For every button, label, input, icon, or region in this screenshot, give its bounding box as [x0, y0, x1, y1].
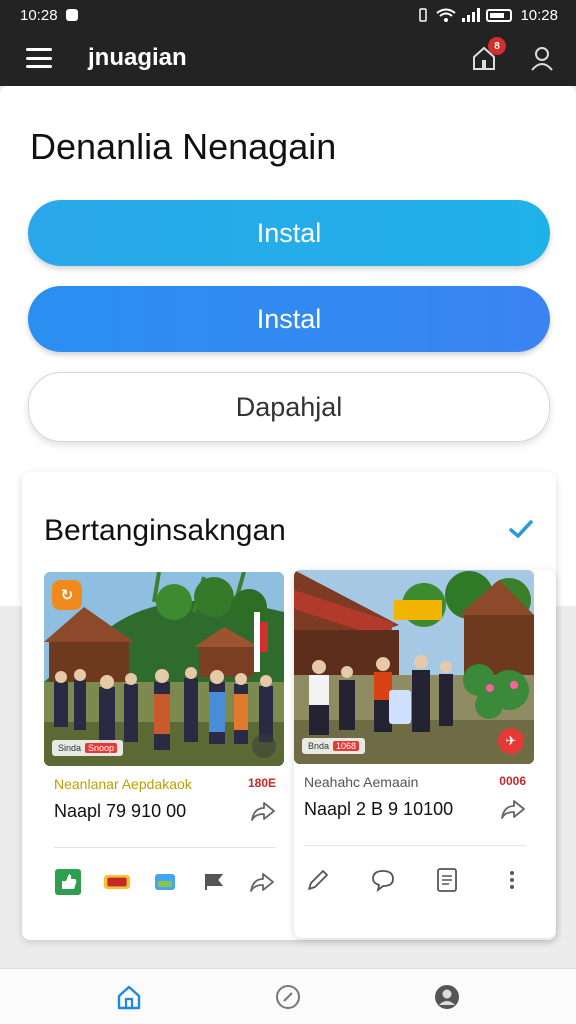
battery-icon — [486, 8, 513, 22]
app-title: jnuagian — [88, 44, 187, 71]
share-icon[interactable] — [248, 868, 276, 896]
outline-button[interactable]: Dapahjal — [28, 372, 550, 442]
post-price-row: Naapl 79 910 00 — [54, 800, 276, 822]
edit-icon[interactable] — [304, 866, 332, 894]
post-author: Neahahc Aemaain — [304, 774, 419, 790]
user-icon — [531, 47, 553, 71]
install-button-secondary[interactable]: Instal — [28, 286, 550, 352]
section-title: Bertanginsakngan — [44, 514, 286, 547]
divider — [54, 847, 276, 848]
post-price-row: Naapl 2 B 9 10100 — [304, 798, 526, 820]
post-meta: Neahahc Aemaain 0006 — [304, 774, 526, 790]
post-count: 180E — [247, 776, 276, 790]
post-count: 0006 — [499, 774, 526, 788]
post-price: Naapl 2 B 9 10100 — [304, 798, 454, 819]
section-card: Bertanginsakngan ↻ Sinda Snoop Neanlanar… — [22, 472, 556, 940]
notification-dot-icon — [65, 9, 78, 21]
menu-icon[interactable] — [26, 48, 52, 68]
share-icon[interactable] — [250, 800, 276, 822]
nav-profile[interactable] — [427, 977, 467, 1017]
page-title: Denanlia Nenagain — [30, 126, 337, 167]
badge-icon[interactable] — [103, 868, 131, 896]
vibrate-icon — [419, 8, 428, 22]
post-author: Neanlanar Aepdakaok — [54, 776, 192, 792]
image-tag-label: Sinda — [58, 743, 82, 753]
status-bar: 10:28 10:28 — [0, 0, 576, 30]
status-icons — [416, 8, 513, 22]
image-tag: Bnda 1068 — [302, 738, 366, 754]
video-icon[interactable]: ✈ — [498, 728, 524, 754]
comment-icon[interactable] — [369, 866, 397, 894]
notifications-button[interactable]: 8 — [470, 37, 506, 72]
post-price: Naapl 79 910 00 — [54, 800, 187, 821]
post-card[interactable]: ↻ Sinda Snoop Neanlanar Aepdakaok 180E N… — [44, 572, 284, 936]
nav-home[interactable] — [109, 977, 149, 1017]
nav-explore[interactable] — [268, 977, 308, 1017]
more-vertical-icon[interactable] — [498, 866, 526, 894]
post-image[interactable]: ↻ Sinda Snoop — [44, 572, 284, 766]
status-bar-left: 10:28 — [20, 7, 78, 24]
profile-icon — [434, 984, 459, 1009]
explore-icon — [275, 984, 300, 1009]
app-bar: jnuagian 8 — [0, 30, 576, 86]
flag-icon[interactable] — [200, 868, 228, 896]
bottom-nav — [0, 968, 576, 1024]
post-actions — [304, 866, 526, 894]
signal-icon — [462, 8, 481, 22]
image-tag: Sinda Snoop — [52, 740, 124, 756]
wifi-icon — [436, 8, 457, 22]
home-icon — [118, 985, 141, 1009]
status-time-right: 10:28 — [520, 6, 558, 24]
divider — [304, 845, 526, 846]
status-time: 10:28 — [20, 6, 58, 24]
tag-icon[interactable] — [151, 868, 179, 896]
post-card[interactable]: Bnda 1068 ✈ Neahahc Aemaain 0006 Naapl 2… — [294, 570, 556, 938]
app-bar-actions: 8 — [470, 37, 556, 72]
share-icon[interactable] — [500, 798, 526, 820]
post-image[interactable]: Bnda 1068 ✈ — [294, 570, 534, 764]
document-icon[interactable] — [433, 866, 461, 894]
status-bar-right: 10:28 — [416, 7, 558, 24]
notification-badge: 8 — [488, 37, 506, 55]
expand-icon[interactable] — [252, 734, 276, 758]
install-button-primary[interactable]: Instal — [28, 200, 550, 266]
post-meta: Neanlanar Aepdakaok 180E — [54, 776, 276, 792]
check-icon[interactable] — [508, 518, 534, 540]
like-icon[interactable] — [54, 868, 82, 896]
post-actions — [54, 868, 276, 896]
account-button[interactable] — [528, 44, 556, 72]
image-tag-label: Bnda — [308, 741, 330, 751]
image-tag-badge: 1068 — [333, 741, 360, 751]
image-tag-badge: Snoop — [85, 743, 118, 753]
brand-sticker-icon: ↻ — [52, 580, 82, 610]
market-scene-image — [294, 570, 534, 764]
